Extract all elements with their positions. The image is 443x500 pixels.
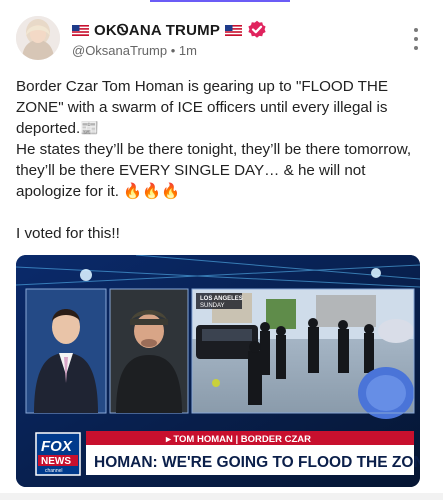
us-flag-icon	[72, 24, 89, 36]
top-accent-bar	[150, 0, 290, 2]
post-header: OKᏫANA TRUMP @OksanaTrump • 1m	[16, 14, 429, 66]
more-vertical-icon[interactable]	[413, 28, 419, 50]
handle-row: @OksanaTrump • 1m	[72, 43, 197, 58]
separator-dot: •	[170, 43, 176, 58]
fox-news-lower-third: ▸ TOM HOMAN | BORDER CZAR HOMAN: WE'RE G…	[86, 431, 420, 475]
network-line1: FOX	[41, 438, 73, 455]
post-body: Border Czar Tom Homan is gearing up to "…	[16, 76, 430, 244]
author-name[interactable]: OKᏫANA TRUMP	[94, 22, 220, 39]
street-scene-panel: LOS ANGELES SUNDAY	[191, 288, 415, 419]
post-timestamp[interactable]: 1m	[179, 43, 197, 58]
news-headline: HOMAN: WE'RE GOING TO FLOOD THE ZONE	[94, 454, 420, 471]
location-tag-line2: SUNDAY	[200, 303, 225, 309]
lower-third-label: ▸ TOM HOMAN | BORDER CZAR	[165, 434, 311, 445]
post-media-image[interactable]: LOS ANGELES SUNDAY ▸ TOM HOMAN | BORDER …	[16, 255, 420, 487]
verified-badge-icon	[248, 20, 266, 38]
network-sub: channel	[45, 468, 63, 474]
feed-divider	[0, 493, 443, 500]
us-flag-icon	[225, 24, 243, 36]
host-video-panel	[25, 288, 107, 414]
avatar[interactable]	[16, 16, 60, 60]
author-name-row: OKᏫANA TRUMP	[72, 20, 267, 40]
location-tag-line1: LOS ANGELES	[200, 296, 243, 302]
author-handle[interactable]: @OksanaTrump	[72, 43, 167, 58]
post-paragraph-1: Border Czar Tom Homan is gearing up to "…	[16, 78, 412, 200]
guest-video-panel	[109, 288, 189, 414]
network-line2: NEWS	[41, 456, 71, 467]
fox-news-logo: FOX NEWS channel	[35, 432, 81, 476]
post-paragraph-2: I voted for this!!	[16, 225, 120, 242]
